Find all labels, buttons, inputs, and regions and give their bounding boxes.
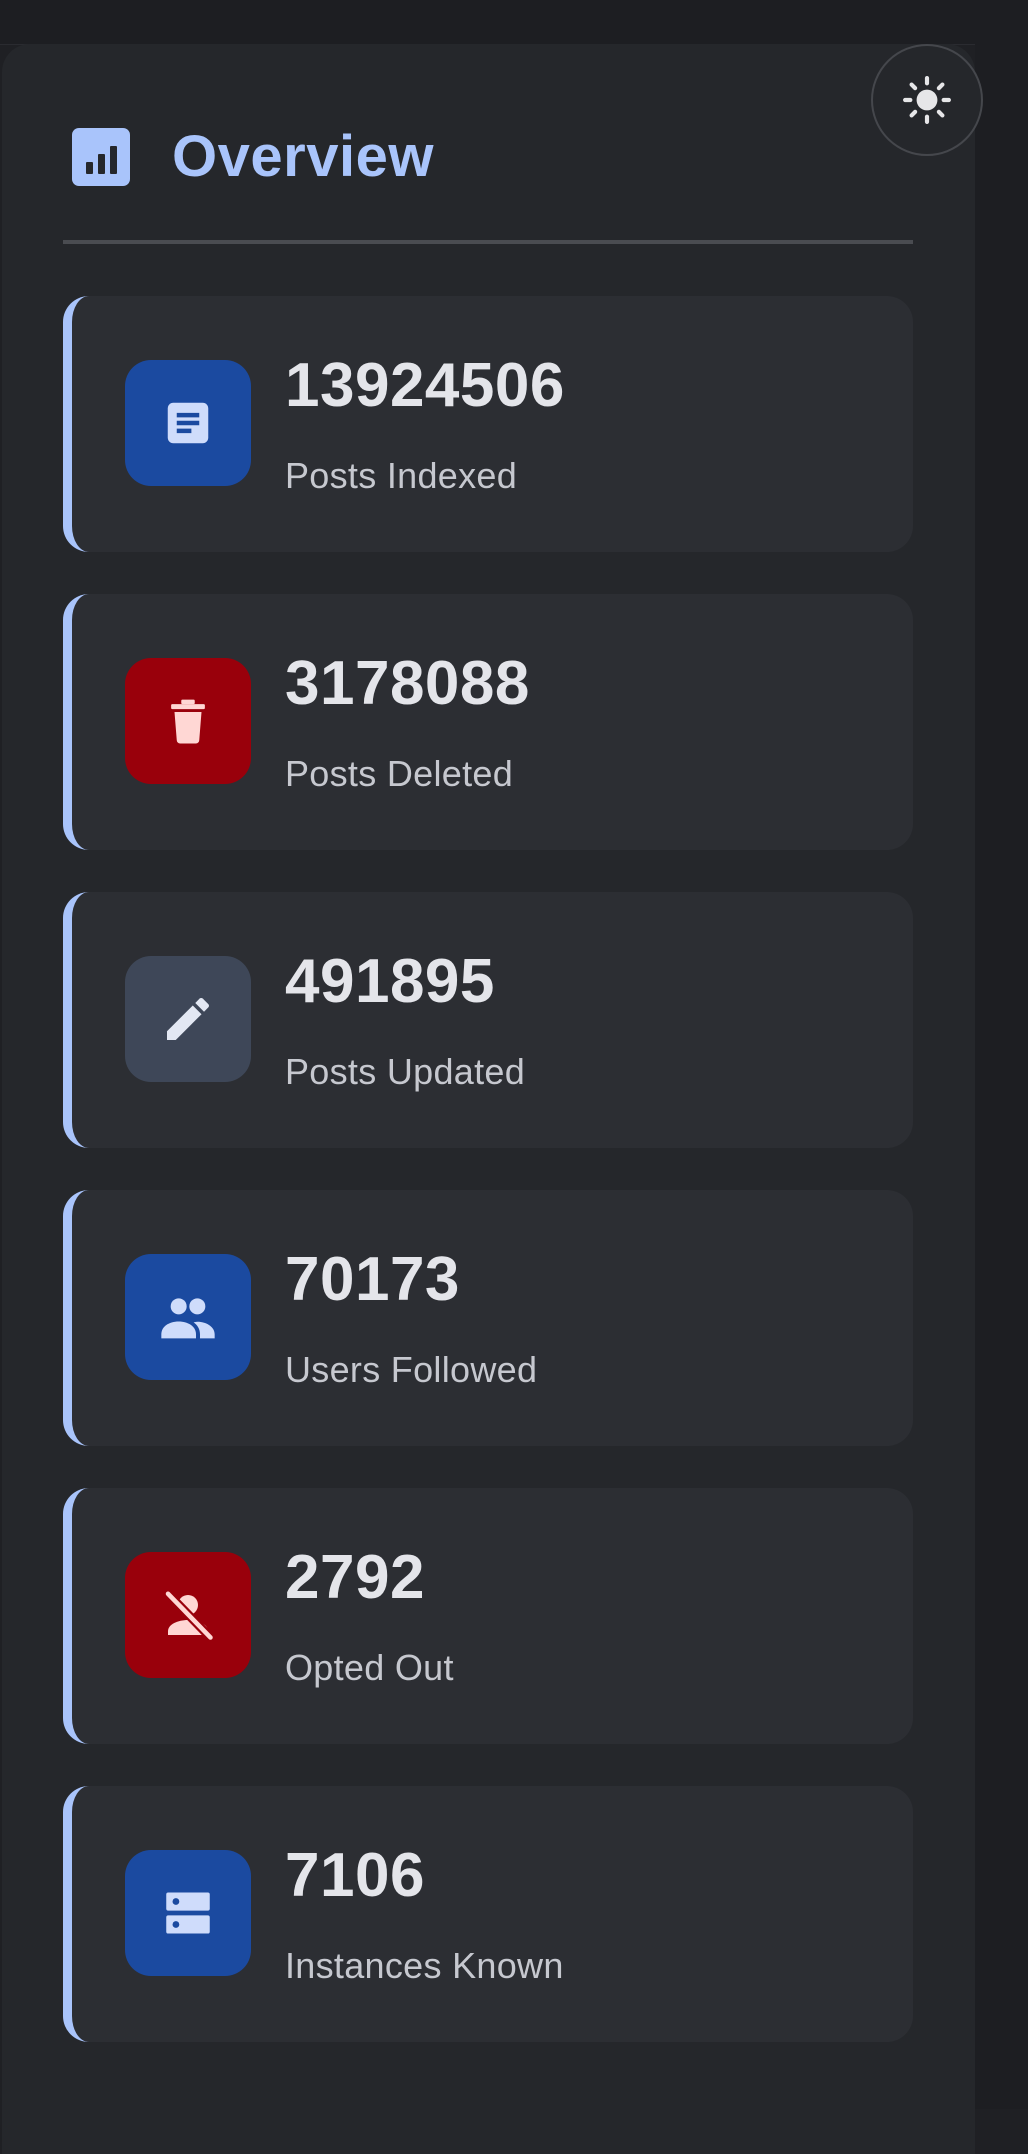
top-bar [0,0,1028,45]
stat-label: Posts Indexed [285,455,518,496]
stat-value: 70173 [285,1245,460,1314]
article-icon [167,402,209,444]
page-title: Overview [172,124,434,189]
scroll-gutter [975,0,1028,2109]
stat-icon-tile [125,1552,251,1678]
stat-label: Instances Known [285,1945,564,1986]
trash-icon [171,699,205,744]
stat-icon-tile [125,1254,251,1380]
pencil-icon [167,997,209,1040]
stat-icon-tile [125,1850,251,1976]
person-off-icon [163,1589,215,1642]
stat-card-posts-updated: 491895 Posts Updated [63,892,913,1148]
server-icon [166,1892,210,1934]
page-header: Overview [72,126,434,188]
stat-icon-tile [125,360,251,486]
header-divider [63,240,913,244]
sun-icon [903,76,951,124]
bar-chart-icon [72,128,130,186]
theme-toggle-button[interactable] [871,44,983,156]
stat-label: Users Followed [285,1349,538,1390]
stat-icon-tile [125,956,251,1082]
stat-label: Opted Out [285,1647,454,1688]
stat-value: 3178088 [285,649,530,718]
stat-value: 2792 [285,1543,425,1612]
stat-value: 7106 [285,1841,425,1910]
stat-value: 491895 [285,947,495,1016]
stat-card-posts-deleted: 3178088 Posts Deleted [63,594,913,850]
stat-label: Posts Updated [285,1051,526,1092]
stat-card-users-followed: 70173 Users Followed [63,1190,913,1446]
stat-label: Posts Deleted [285,753,514,794]
people-icon [161,1298,215,1339]
stat-card-opted-out: 2792 Opted Out [63,1488,913,1744]
stat-icon-tile [125,658,251,784]
stat-value: 13924506 [285,351,565,420]
stat-card-instances-known: 7106 Instances Known [63,1786,913,2042]
stat-card-posts-indexed: 13924506 Posts Indexed [63,296,913,552]
